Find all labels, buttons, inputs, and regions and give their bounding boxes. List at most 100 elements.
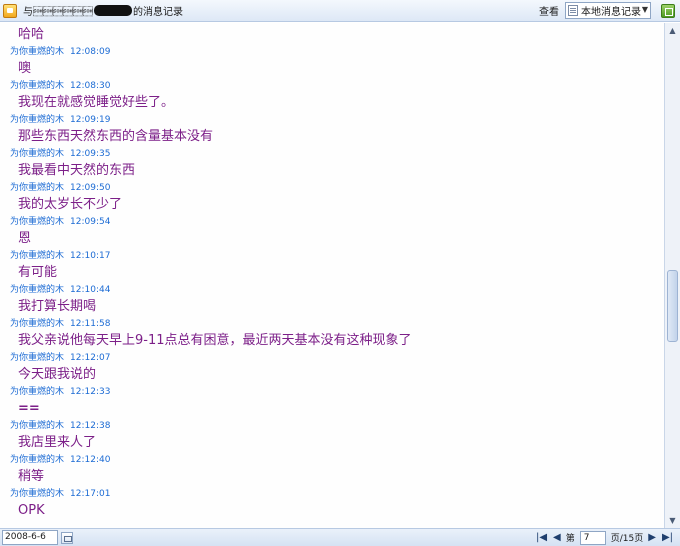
message-time: 12:10:17 bbox=[70, 251, 111, 261]
history-source-value: 本地消息记录 bbox=[581, 7, 641, 18]
message-sender: 为你重燃的木 bbox=[10, 319, 65, 329]
message-sender: 为你重燃的木 bbox=[10, 183, 65, 193]
message-meta: 为你重燃的木 12:10:44 bbox=[10, 284, 664, 296]
message-meta: 为你重燃的木 12:09:50 bbox=[10, 182, 664, 194]
page-total-label: 页/15页 bbox=[610, 534, 644, 544]
title-prefix: 与 bbox=[23, 7, 93, 18]
message: 为你重燃的木 12:09:54 恩 bbox=[10, 216, 664, 250]
scrollbar-thumb[interactable] bbox=[667, 270, 678, 342]
message: 为你重燃的木 12:08:30 我现在就感觉睡觉好些了。 bbox=[10, 80, 664, 114]
message-sender: 为你重燃的木 bbox=[10, 285, 65, 295]
message: 为你重燃的木 12:10:17 有可能 bbox=[10, 250, 664, 284]
message: 为你重燃的木 12:12:07 今天跟我说的 bbox=[10, 352, 664, 386]
message-time: 12:10:44 bbox=[70, 285, 111, 295]
window-title: 与 的消息记录 bbox=[23, 3, 183, 18]
message-text: 我店里来人了 bbox=[18, 435, 97, 450]
title-suffix: 的消息记录 bbox=[133, 7, 183, 18]
message: 哈哈 bbox=[10, 23, 664, 46]
message-time: 12:08:30 bbox=[70, 81, 111, 91]
message-text: 哈哈 bbox=[18, 27, 45, 42]
message-time: 12:11:58 bbox=[70, 319, 111, 329]
message-sender: 为你重燃的木 bbox=[10, 489, 65, 499]
message-sender: 为你重燃的木 bbox=[10, 353, 65, 363]
message-text: 我现在就感觉睡觉好些了。 bbox=[18, 95, 175, 110]
message: 为你重燃的木 12:08:09 噢 bbox=[10, 46, 664, 80]
message-meta: 为你重燃的木 12:17:01 bbox=[10, 488, 664, 500]
message-text: 稍等 bbox=[18, 469, 45, 484]
chevron-down-icon: ▼ bbox=[641, 5, 648, 14]
view-label: 查看 bbox=[539, 7, 559, 18]
message-text: 今天跟我说的 bbox=[18, 367, 97, 382]
message: 为你重燃的木 12:12:40 稍等 bbox=[10, 454, 664, 488]
message-text: 我打算长期喝 bbox=[18, 299, 97, 314]
message: 为你重燃的木 12:17:01 OPK bbox=[10, 488, 664, 522]
message-time: 12:09:54 bbox=[70, 217, 111, 227]
chat-history-icon bbox=[3, 3, 17, 18]
message-meta: 为你重燃的木 12:12:33 bbox=[10, 386, 664, 398]
message-sender: 为你重燃的木 bbox=[10, 421, 65, 431]
document-icon bbox=[568, 5, 578, 16]
message-meta: 为你重燃的木 12:09:54 bbox=[10, 216, 664, 228]
vertical-scrollbar[interactable]: ▲ ▼ bbox=[664, 23, 680, 528]
message: 为你重燃的木 12:10:44 我打算长期喝 bbox=[10, 284, 664, 318]
message-text: 噢 bbox=[18, 61, 32, 76]
message-time: 12:12:38 bbox=[70, 421, 111, 431]
message-list: 哈哈 为你重燃的木 12:08:09 噢 为你重燃的木 12:08:30 我现在就感… bbox=[0, 23, 664, 528]
message-meta: 为你重燃的木 12:08:30 bbox=[10, 80, 664, 92]
title-bar: 与 的消息记录 查看 本地消息记录 ▼ bbox=[0, 0, 680, 22]
message-meta: 为你重燃的木 12:12:07 bbox=[10, 352, 664, 364]
message-text: 有可能 bbox=[18, 265, 58, 280]
message: 为你重燃的木 12:09:35 我最看中天然的东西 bbox=[10, 148, 664, 182]
message-text: 那些东西天然东西的含量基本没有 bbox=[18, 129, 214, 144]
message-text: == bbox=[18, 401, 40, 416]
message-text: 我的太岁长不少了 bbox=[18, 197, 123, 212]
message: 为你重燃的木 12:12:38 我店里来人了 bbox=[10, 420, 664, 454]
message-meta: 为你重燃的木 12:10:17 bbox=[10, 250, 664, 262]
message-sender: 为你重燃的木 bbox=[10, 387, 65, 397]
message-sender: 为你重燃的木 bbox=[10, 81, 65, 91]
message-meta: 为你重燃的木 12:12:38 bbox=[10, 420, 664, 432]
message-sender: 为你重燃的木 bbox=[10, 251, 65, 261]
message-sender: 为你重燃的木 bbox=[10, 115, 65, 125]
message-meta: 为你重燃的木 12:12:40 bbox=[10, 454, 664, 466]
scroll-down-icon[interactable]: ▼ bbox=[665, 513, 680, 528]
message: 为你重燃的木 12:09:19 那些东西天然东西的含量基本没有 bbox=[10, 114, 664, 148]
footer-bar: 2008-6-6 |◀ ◀ 第 7 页/15页 ▶ ▶| bbox=[0, 528, 680, 546]
message-time: 12:09:19 bbox=[70, 115, 111, 125]
message-text: 我父亲说他每天早上9-11点总有困意，最近两天基本没有这种现象了 bbox=[18, 333, 412, 348]
page-number-input[interactable]: 7 bbox=[579, 530, 606, 545]
message-time: 12:09:50 bbox=[70, 183, 111, 193]
message-text: OPK bbox=[18, 503, 45, 518]
message-meta: 为你重燃的木 12:11:58 bbox=[10, 318, 664, 330]
message-time: 12:08:09 bbox=[70, 47, 111, 57]
message-meta: 为你重燃的木 12:08:09 bbox=[10, 46, 664, 58]
calendar-icon[interactable] bbox=[61, 531, 73, 544]
message-text: 我最看中天然的东西 bbox=[18, 163, 136, 178]
message-meta: 为你重燃的木 12:09:35 bbox=[10, 148, 664, 160]
page-prefix-label: 第 bbox=[565, 534, 575, 544]
message-time: 12:12:33 bbox=[70, 387, 111, 397]
message-sender: 为你重燃的木 bbox=[10, 455, 65, 465]
date-field[interactable]: 2008-6-6 bbox=[2, 530, 58, 545]
previous-page-icon[interactable]: ◀ bbox=[550, 532, 564, 543]
message-text: 恩 bbox=[18, 231, 32, 246]
page-navigation: |◀ ◀ 第 7 页/15页 ▶ ▶| bbox=[533, 530, 676, 545]
scroll-up-icon[interactable]: ▲ bbox=[665, 23, 680, 38]
message-sender: 为你重燃的木 bbox=[10, 149, 65, 159]
message-time: 12:17:01 bbox=[70, 489, 111, 499]
redacted-name bbox=[94, 5, 132, 16]
message-sender: 为你重燃的木 bbox=[10, 217, 65, 227]
message: 为你重燃的木 12:09:50 我的太岁长不少了 bbox=[10, 182, 664, 216]
first-page-icon[interactable]: |◀ bbox=[533, 532, 550, 543]
message-sender: 为你重燃的木 bbox=[10, 47, 65, 57]
message-meta: 为你重燃的木 12:09:19 bbox=[10, 114, 664, 126]
export-button[interactable] bbox=[661, 3, 675, 18]
message-time: 12:09:35 bbox=[70, 149, 111, 159]
message-time: 12:12:07 bbox=[70, 353, 111, 363]
history-source-select[interactable]: 本地消息记录 ▼ bbox=[565, 2, 651, 19]
last-page-icon[interactable]: ▶| bbox=[659, 532, 676, 543]
next-page-icon[interactable]: ▶ bbox=[645, 532, 659, 543]
message-time: 12:12:40 bbox=[70, 455, 111, 465]
message: 为你重燃的木 12:12:33 == bbox=[10, 386, 664, 420]
message: 为你重燃的木 12:11:58 我父亲说他每天早上9-11点总有困意，最近两天基本… bbox=[10, 318, 664, 352]
